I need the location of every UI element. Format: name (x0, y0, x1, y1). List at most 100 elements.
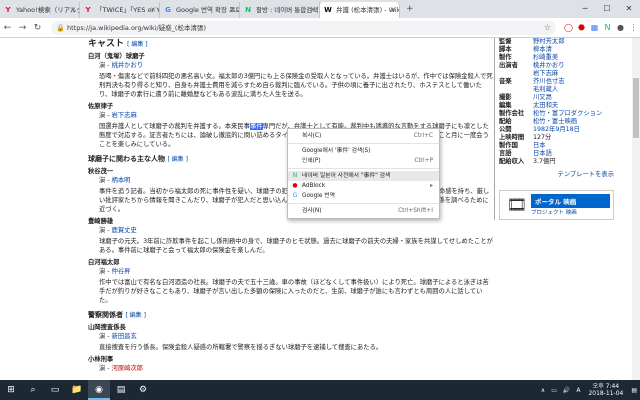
actor-link[interactable]: 岩下志麻 (112, 112, 137, 119)
infobox-value[interactable]: 松竹・富士映画 (533, 118, 614, 126)
settings-icon[interactable]: ⚙ (132, 380, 154, 400)
naver-icon: N (245, 6, 251, 14)
chevron-up-icon[interactable]: ∧ (538, 387, 548, 394)
translate-extension-icon[interactable]: ▦ (588, 23, 601, 32)
close-tab-icon[interactable]: ✕ (230, 2, 236, 18)
edit-link[interactable]: [ 編集 ] (127, 41, 148, 48)
system-tray: ∧ ▭ 🔊 A 오후 7:44 2018-11-04 ▤ (538, 380, 640, 400)
infobox-value[interactable]: 日本 (533, 142, 614, 150)
tab[interactable]: YYahoo!検索（リアルタイム）✕ (0, 2, 80, 18)
cast-heading-text: キャスト (88, 39, 125, 49)
infobox-value[interactable]: 川又昂 (533, 94, 614, 102)
menu-item-icon: ● (292, 182, 298, 189)
tab[interactable]: W弁護 (松本清張) - Wikipedia✕ (320, 2, 400, 18)
close-tab-icon[interactable]: ✕ (390, 2, 396, 18)
tab[interactable]: Y「TWICE」「YES or YES」✕ (80, 2, 160, 18)
menu-icon[interactable]: ⋮ (627, 23, 640, 32)
back-icon[interactable]: ← (0, 23, 15, 33)
menu-item-label: Google에서 '事件' 검색(S) (302, 148, 371, 154)
infobox-value[interactable]: 太田和夫 (533, 102, 614, 110)
actor-link[interactable]: 桃井かおり (112, 62, 143, 69)
network-icon[interactable]: ▭ (548, 387, 560, 394)
menu-item-label: 복사(C) (302, 133, 322, 139)
context-menu-item[interactable]: Google에서 '事件' 검색(S) (288, 146, 439, 156)
volume-icon[interactable]: 🔊 (560, 387, 573, 394)
context-menu-item[interactable]: ● AdBlock ▸ (288, 181, 439, 191)
scrollbar-thumb[interactable] (633, 78, 639, 138)
infobox-row: 岩下志麻 (499, 70, 614, 78)
close-tab-icon[interactable]: ✕ (70, 2, 76, 18)
windows-start-icon[interactable]: ⊞ (0, 380, 22, 400)
film-icon: 🎞 (506, 195, 528, 214)
forward-icon[interactable]: → (15, 23, 30, 33)
chrome-icon[interactable]: ◉ (88, 380, 110, 400)
context-menu-item[interactable]: 복사(C) Ctrl+C (288, 131, 439, 141)
char5-name: 白河福太郎 (88, 259, 120, 266)
tab[interactable]: GGoogle 번역 확장 프로그램✕ (160, 2, 240, 18)
notepad-icon[interactable]: ▤ (110, 380, 132, 400)
search-icon[interactable]: ⌕ (22, 380, 44, 400)
infobox-key: 撮影 (499, 94, 512, 101)
close-tab-icon[interactable]: ✕ (310, 2, 316, 18)
time: 오후 7:44 (592, 383, 620, 390)
infobox-row: 製作会社 松竹・富プロダクション (499, 110, 614, 118)
context-menu-item[interactable]: G Google 번역 (288, 191, 439, 201)
maximize-icon[interactable]: ☐ (596, 0, 618, 18)
bookmark-star-icon[interactable]: ☆ (544, 21, 551, 35)
infobox-value[interactable]: 日本語 (533, 150, 614, 158)
actor-link[interactable]: 仲谷昇 (112, 268, 131, 275)
infobox-value[interactable]: 野村芳太郎 (533, 38, 614, 46)
infobox-key: 監督 (499, 38, 512, 45)
context-menu-item[interactable]: 검사(N) Ctrl+Shift+I (288, 206, 439, 216)
tab[interactable]: N 팔방 : 네이버 통합검색 ✕ (240, 2, 320, 18)
close-tab-icon[interactable]: ✕ (150, 2, 156, 18)
actor-link[interactable]: 新田昌玄 (112, 333, 137, 340)
opera-extension-icon[interactable]: ◯ (562, 23, 575, 32)
project-link[interactable]: プロジェクト 映画 (531, 208, 610, 216)
section-heading: 警察関係者 [ 編集 ] (88, 311, 493, 320)
actor-link[interactable]: 河原崎次郎 (112, 365, 143, 372)
infobox-value[interactable]: 杉崎重美 (533, 54, 614, 62)
portal-link[interactable]: ポータル 映画 (531, 194, 610, 208)
ime-indicator[interactable]: A (573, 387, 583, 394)
infobox-row: 上映時間 127分 (499, 134, 614, 142)
edit-link[interactable]: [ 編集 ] (167, 156, 188, 163)
infobox-row: 製作 杉崎重美 (499, 54, 614, 62)
menu-item-label: Google 번역 (302, 193, 335, 199)
context-menu-item[interactable]: N 네이버 일본어 사전에서 "事件" 검색 (288, 171, 439, 181)
cast-heading: キャスト [ 編集 ] (88, 40, 493, 49)
notification-icon[interactable]: ▤ (628, 387, 640, 394)
actor-link[interactable]: 鹿賀丈史 (112, 227, 137, 234)
template-link[interactable]: テンプレートを表示 (499, 169, 614, 178)
reload-icon[interactable]: ↻ (30, 23, 45, 33)
infobox-value[interactable]: 岩下志麻 (533, 70, 614, 78)
infobox-value[interactable]: 毛利蔵人 (533, 86, 614, 94)
new-tab-icon[interactable]: + (400, 0, 420, 18)
char5-actor: 演 - 仲谷昇 (99, 268, 131, 275)
infobox-value[interactable]: 1982年9月18日 (533, 126, 614, 134)
edit-link[interactable]: [ 編集 ] (125, 312, 146, 319)
file-explorer-icon[interactable]: 📁 (66, 380, 88, 400)
infobox-value[interactable]: 芥川也寸志 (533, 78, 614, 86)
actor-link[interactable]: 柄本明 (112, 177, 131, 184)
infobox-value: 127分 (533, 134, 552, 141)
infobox-value[interactable]: 松竹・富プロダクション (533, 110, 614, 118)
infobox-row: 撮影 川又昂 (499, 94, 614, 102)
infobox-value[interactable]: 柳本清 (533, 46, 614, 54)
context-menu-item[interactable]: 인쇄(P) Ctrl+P (288, 156, 439, 166)
scrollbar[interactable] (632, 38, 640, 380)
minimize-icon[interactable]: ─ (574, 0, 596, 18)
adblock-extension-icon[interactable]: ⬣ (575, 23, 588, 32)
menu-item-shortcut: ▸ (430, 183, 433, 189)
url-input[interactable]: 🔒 https://ja.wikipedia.org/wiki/疑惑_(松本清張… (51, 20, 556, 35)
selected-text: 事件 (249, 123, 263, 130)
yahoo-icon: Y (5, 6, 11, 14)
menu-separator (288, 203, 439, 204)
close-icon[interactable]: ✕ (618, 0, 640, 18)
task-view-icon[interactable]: ▭ (44, 380, 66, 400)
infobox-value[interactable]: 桃井かおり (533, 62, 614, 70)
profile-icon[interactable]: ● (614, 23, 627, 32)
naver-extension-icon[interactable]: N (601, 23, 614, 32)
char2-actor: 演 - 岩下志麻 (88, 111, 493, 120)
clock[interactable]: 오후 7:44 2018-11-04 (583, 383, 628, 397)
